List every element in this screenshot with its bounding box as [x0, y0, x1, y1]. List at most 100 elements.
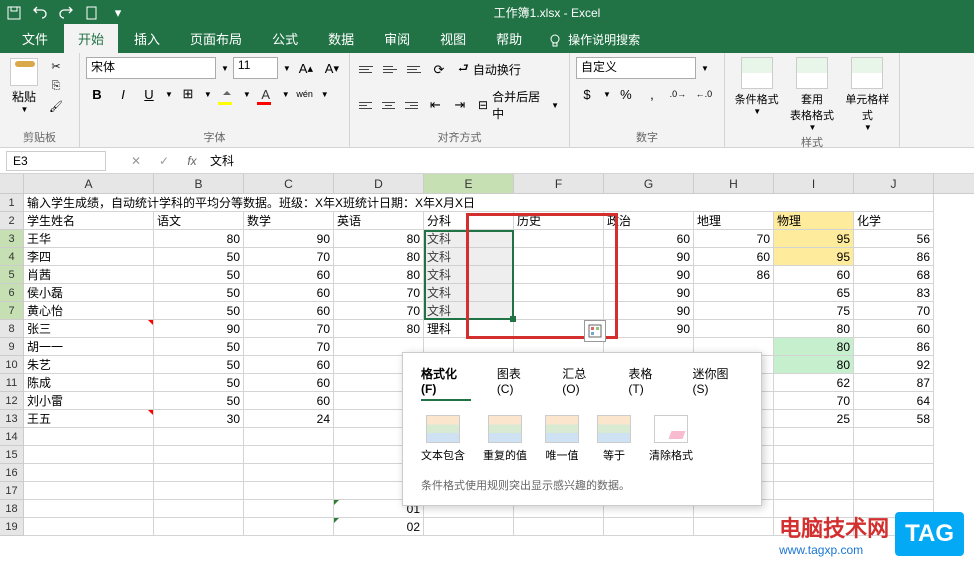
- cell[interactable]: 90: [604, 284, 694, 302]
- row-header-11[interactable]: 11: [0, 374, 24, 392]
- cell[interactable]: [854, 428, 934, 446]
- cell[interactable]: 02: [334, 518, 424, 536]
- cell[interactable]: 50: [154, 356, 244, 374]
- cut-button[interactable]: ✂: [46, 57, 66, 75]
- cell[interactable]: [244, 518, 334, 536]
- cell[interactable]: 70: [774, 392, 854, 410]
- cell[interactable]: 李四: [24, 248, 154, 266]
- align-left-button[interactable]: [356, 95, 375, 115]
- cell[interactable]: 60: [244, 392, 334, 410]
- cell[interactable]: 侯小磊: [24, 284, 154, 302]
- cell[interactable]: [424, 518, 514, 536]
- tab-view[interactable]: 视图: [426, 24, 480, 53]
- conditional-format-button[interactable]: 条件格式 ▼: [731, 57, 782, 132]
- format-painter-button[interactable]: 🖌: [46, 97, 66, 115]
- cell[interactable]: [244, 428, 334, 446]
- cell[interactable]: 胡一一: [24, 338, 154, 356]
- col-header-F[interactable]: F: [514, 174, 604, 193]
- select-all-corner[interactable]: [0, 174, 24, 193]
- cell[interactable]: 58: [854, 410, 934, 428]
- increase-font-button[interactable]: A▴: [295, 57, 317, 79]
- cell[interactable]: [514, 302, 604, 320]
- formula-input[interactable]: 文科: [202, 152, 974, 169]
- cell[interactable]: [154, 500, 244, 518]
- cell[interactable]: 80: [154, 230, 244, 248]
- title-cell[interactable]: 输入学生成绩，自动统计学科的平均分等数据。班级：X年X班统计日期：X年X月X日: [24, 194, 934, 212]
- cell[interactable]: 朱艺: [24, 356, 154, 374]
- cell[interactable]: 86: [854, 338, 934, 356]
- row-header-5[interactable]: 5: [0, 266, 24, 284]
- cancel-icon[interactable]: ✕: [126, 154, 146, 168]
- cell[interactable]: 王五: [24, 410, 154, 428]
- tab-home[interactable]: 开始: [64, 24, 118, 53]
- cell[interactable]: [154, 518, 244, 536]
- cell[interactable]: 95: [774, 248, 854, 266]
- cell[interactable]: 80: [334, 266, 424, 284]
- cell[interactable]: 文科: [424, 230, 514, 248]
- merge-center-button[interactable]: ⊟ 合并后居中 ▼: [474, 86, 563, 124]
- cell[interactable]: [514, 518, 604, 536]
- cell[interactable]: 92: [854, 356, 934, 374]
- cell[interactable]: [244, 500, 334, 518]
- cell[interactable]: [154, 482, 244, 500]
- qa-opt-text-contains[interactable]: 文本包含: [421, 415, 465, 463]
- cell[interactable]: 25: [774, 410, 854, 428]
- cell[interactable]: 50: [154, 374, 244, 392]
- cell[interactable]: [154, 464, 244, 482]
- cell[interactable]: 历史: [514, 212, 604, 230]
- cell[interactable]: [24, 482, 154, 500]
- row-header-7[interactable]: 7: [0, 302, 24, 320]
- cell[interactable]: 50: [154, 248, 244, 266]
- cell[interactable]: [24, 428, 154, 446]
- tell-me-search[interactable]: 操作说明搜索: [538, 26, 650, 53]
- cell[interactable]: 黄心怡: [24, 302, 154, 320]
- cell[interactable]: 90: [604, 320, 694, 338]
- cell[interactable]: [154, 428, 244, 446]
- row-header-14[interactable]: 14: [0, 428, 24, 446]
- tab-help[interactable]: 帮助: [482, 24, 536, 53]
- cell[interactable]: 英语: [334, 212, 424, 230]
- cell[interactable]: 60: [244, 356, 334, 374]
- cell[interactable]: 95: [774, 230, 854, 248]
- cell[interactable]: 62: [774, 374, 854, 392]
- cell[interactable]: [774, 464, 854, 482]
- increase-decimal-button[interactable]: .0→: [667, 83, 689, 105]
- cell[interactable]: [244, 446, 334, 464]
- cell[interactable]: [604, 518, 694, 536]
- cell[interactable]: 86: [854, 248, 934, 266]
- border-button[interactable]: ⊞: [177, 83, 199, 105]
- cell[interactable]: [24, 500, 154, 518]
- cell[interactable]: 80: [334, 320, 424, 338]
- fx-icon[interactable]: fx: [182, 154, 202, 168]
- cell[interactable]: 60: [244, 266, 334, 284]
- cell[interactable]: 50: [154, 302, 244, 320]
- cell[interactable]: 60: [244, 284, 334, 302]
- copy-button[interactable]: ⎘: [46, 77, 66, 95]
- cell[interactable]: 理科: [424, 320, 514, 338]
- qa-tab-charts[interactable]: 图表(C): [497, 365, 536, 401]
- cell[interactable]: 90: [604, 302, 694, 320]
- name-box[interactable]: E3: [6, 151, 106, 171]
- cell[interactable]: 90: [604, 248, 694, 266]
- col-header-H[interactable]: H: [694, 174, 774, 193]
- cell[interactable]: 文科: [424, 248, 514, 266]
- tab-review[interactable]: 审阅: [370, 24, 424, 53]
- fill-color-button[interactable]: [216, 83, 238, 105]
- cell[interactable]: 80: [774, 356, 854, 374]
- cell[interactable]: [774, 482, 854, 500]
- redo-icon[interactable]: [58, 5, 74, 21]
- qa-opt-unique[interactable]: 唯一值: [545, 415, 579, 463]
- qa-opt-equal[interactable]: 等于: [597, 415, 631, 463]
- cell[interactable]: [774, 428, 854, 446]
- cell[interactable]: [694, 320, 774, 338]
- cell[interactable]: [514, 266, 604, 284]
- align-right-button[interactable]: [402, 95, 421, 115]
- cell[interactable]: 24: [244, 410, 334, 428]
- decrease-decimal-button[interactable]: ←.0: [693, 83, 715, 105]
- cell[interactable]: 50: [154, 392, 244, 410]
- col-header-E[interactable]: E: [424, 174, 514, 193]
- row-header-2[interactable]: 2: [0, 212, 24, 230]
- align-center-button[interactable]: [379, 95, 398, 115]
- italic-button[interactable]: I: [112, 83, 134, 105]
- tab-file[interactable]: 文件: [8, 24, 62, 53]
